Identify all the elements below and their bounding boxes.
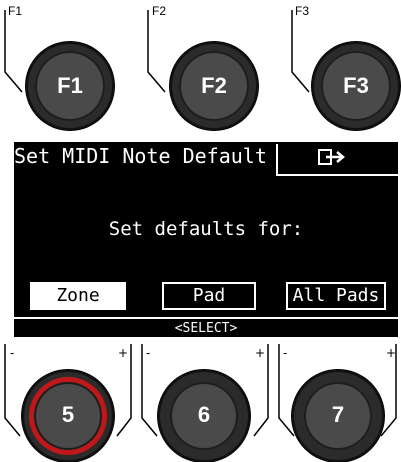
encoder-1-value: 5 [61, 402, 75, 427]
option-pad[interactable]: Pad [162, 282, 256, 310]
encoder-1-knob[interactable]: 5 [22, 370, 114, 462]
select-hint: <SELECT> [174, 321, 238, 336]
f3-button-label: F3 [343, 73, 369, 98]
f1-button[interactable]: F1 [26, 42, 114, 130]
screen-title: Set MIDI Note Default [14, 144, 267, 168]
f2-key-label: F2 [152, 4, 167, 18]
lcd-display: Set MIDI Note Default Set defaults for: … [14, 142, 398, 337]
encoder-2-plus: + [255, 346, 266, 360]
encoder-3-value: 7 [331, 402, 345, 427]
title-divider [14, 174, 276, 176]
f3-key-label: F3 [295, 4, 310, 18]
encoder-1-plus: + [118, 346, 129, 360]
option-zone[interactable]: Zone [30, 282, 126, 310]
encoder-3-plus: + [386, 346, 397, 360]
f2-button-label: F2 [201, 73, 227, 98]
prompt-text: Set defaults for: [108, 218, 304, 240]
exit-button[interactable] [276, 144, 398, 176]
encoder-2-knob[interactable]: 6 [158, 370, 250, 462]
f3-button[interactable]: F3 [312, 42, 400, 130]
option-all-pads[interactable]: All Pads [286, 282, 386, 310]
footer-divider [14, 317, 398, 319]
encoder-2-value: 6 [197, 402, 211, 427]
encoder-3-minus: - [283, 346, 288, 360]
f2-button[interactable]: F2 [170, 42, 258, 130]
f1-key-label: F1 [8, 4, 23, 18]
f1-button-label: F1 [57, 73, 83, 98]
exit-icon [318, 149, 345, 165]
encoder-1-minus: - [10, 346, 15, 360]
encoder-2-minus: - [146, 346, 151, 360]
encoder-3-knob[interactable]: 7 [292, 370, 384, 462]
